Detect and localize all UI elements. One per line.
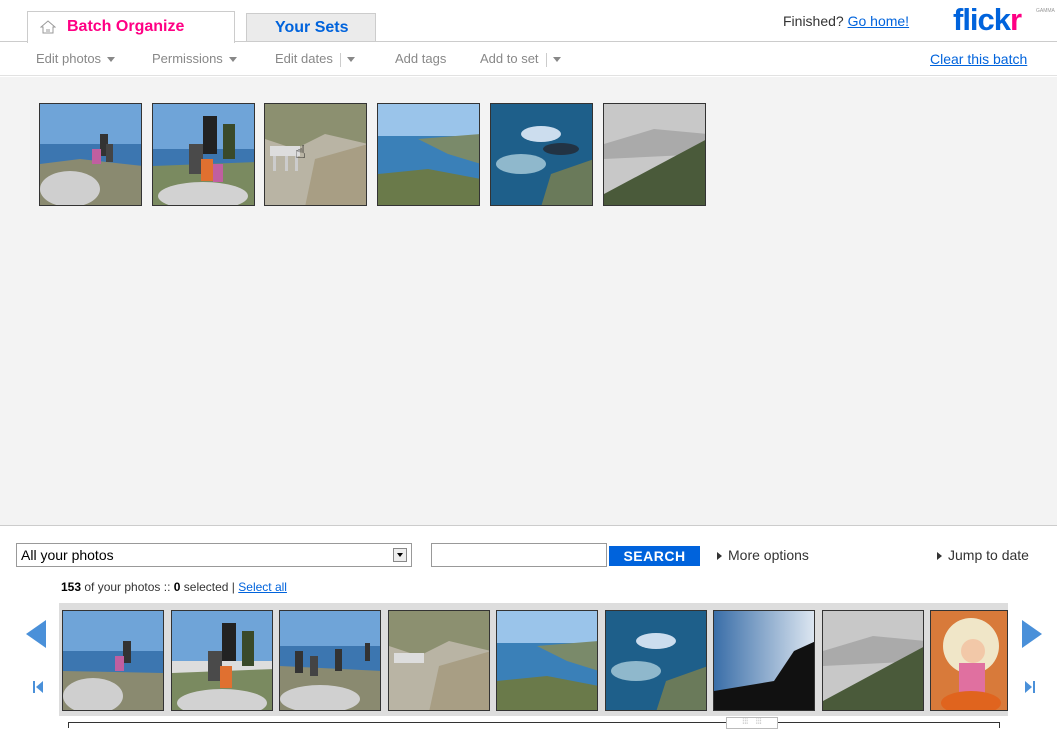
photo-image	[153, 104, 254, 205]
first-page-icon[interactable]	[33, 681, 43, 693]
strip-photo[interactable]	[496, 610, 598, 711]
next-arrow-icon[interactable]	[1022, 620, 1042, 648]
edit-dates-menu[interactable]: Edit dates	[275, 51, 355, 67]
flickr-logo[interactable]: flickr GAMMA	[953, 2, 1055, 38]
strip-photo[interactable]	[605, 610, 707, 711]
scrollbar-thumb[interactable]: ⁞⁞⁞ ⁞⁞⁞	[726, 717, 778, 729]
more-options-link[interactable]: More options	[717, 547, 809, 563]
photo-image	[265, 104, 366, 205]
tab-your-sets-label: Your Sets	[275, 19, 349, 36]
photo-count: 153 of your photos :: 0 selected | Selec…	[61, 580, 287, 594]
chevron-down-icon	[346, 57, 355, 63]
batch-photo[interactable]	[603, 103, 706, 206]
batch-photo[interactable]: ☝	[264, 103, 367, 206]
count-text: of your photos ::	[81, 580, 174, 594]
jump-to-date-link[interactable]: Jump to date	[937, 547, 1029, 563]
tab-batch-organize[interactable]: Batch Organize	[27, 11, 235, 43]
batch-photo[interactable]	[377, 103, 480, 206]
clear-batch-link[interactable]: Clear this batch	[930, 51, 1027, 67]
photo-image	[378, 104, 479, 205]
filter-value: All your photos	[21, 547, 114, 563]
logo-badge: GAMMA	[1036, 8, 1055, 14]
batch-photo[interactable]	[152, 103, 255, 206]
strip-photo[interactable]	[279, 610, 381, 711]
add-to-set-label: Add to set	[480, 51, 539, 66]
more-options-label: More options	[728, 547, 809, 563]
finished-text: Finished? Go home!	[783, 13, 909, 29]
batch-photo[interactable]	[490, 103, 593, 206]
selected-text: selected |	[180, 580, 239, 594]
search-button[interactable]: SEARCH	[609, 546, 700, 566]
top-bar: Batch Organize Your Sets Finished? Go ho…	[0, 0, 1057, 43]
chevron-down-icon	[552, 57, 561, 63]
count-number: 153	[61, 580, 82, 594]
chevron-down-icon	[107, 57, 116, 63]
strip-scrollbar[interactable]: ⁞⁞⁞ ⁞⁞⁞	[68, 717, 1000, 730]
last-page-icon[interactable]	[1025, 681, 1035, 693]
photo-filter-select[interactable]: All your photos	[16, 543, 412, 567]
batch-area[interactable]: ☝	[0, 77, 1057, 525]
tab-batch-organize-label: Batch Organize	[67, 18, 185, 35]
hand-cursor-icon: ☝	[295, 142, 306, 162]
logo-r: r	[1010, 2, 1022, 37]
go-home-link[interactable]: Go home!	[848, 13, 909, 29]
photo-strip[interactable]	[59, 603, 1008, 716]
photo-image	[491, 104, 592, 205]
select-all-link[interactable]: Select all	[238, 580, 287, 594]
batch-photo[interactable]	[39, 103, 142, 206]
edit-dates-label: Edit dates	[275, 51, 333, 66]
dropdown-arrow-icon[interactable]	[393, 548, 407, 562]
prev-arrow-icon[interactable]	[26, 620, 46, 648]
add-tags-label: Add tags	[395, 51, 447, 66]
photo-image	[40, 104, 141, 205]
chevron-down-icon	[228, 57, 237, 63]
strip-photo[interactable]	[62, 610, 164, 711]
strip-photo[interactable]	[171, 610, 273, 711]
search-input[interactable]	[431, 543, 607, 567]
triangle-right-icon	[717, 552, 722, 561]
permissions-menu[interactable]: Permissions	[152, 51, 237, 66]
triangle-right-icon	[937, 552, 942, 561]
home-icon	[40, 20, 56, 34]
tab-your-sets[interactable]: Your Sets	[246, 13, 376, 42]
add-to-set-menu[interactable]: Add to set	[480, 51, 561, 67]
strip-photo[interactable]	[822, 610, 924, 711]
logo-flick: flick	[953, 2, 1011, 37]
permissions-label: Permissions	[152, 51, 223, 66]
jump-to-date-label: Jump to date	[948, 547, 1029, 563]
finished-label: Finished?	[783, 13, 844, 29]
strip-photo[interactable]	[713, 610, 815, 711]
strip-photo[interactable]	[388, 610, 490, 711]
edit-photos-menu[interactable]: Edit photos	[36, 51, 116, 66]
photo-image	[604, 104, 705, 205]
add-tags-menu[interactable]: Add tags	[395, 51, 446, 66]
strip-photo[interactable]	[930, 610, 1008, 711]
photo-tray: All your photos SEARCH More options Jump…	[0, 525, 1057, 734]
menu-bar: Edit photos Permissions Edit dates Add t…	[0, 42, 1057, 76]
edit-photos-label: Edit photos	[36, 51, 102, 66]
